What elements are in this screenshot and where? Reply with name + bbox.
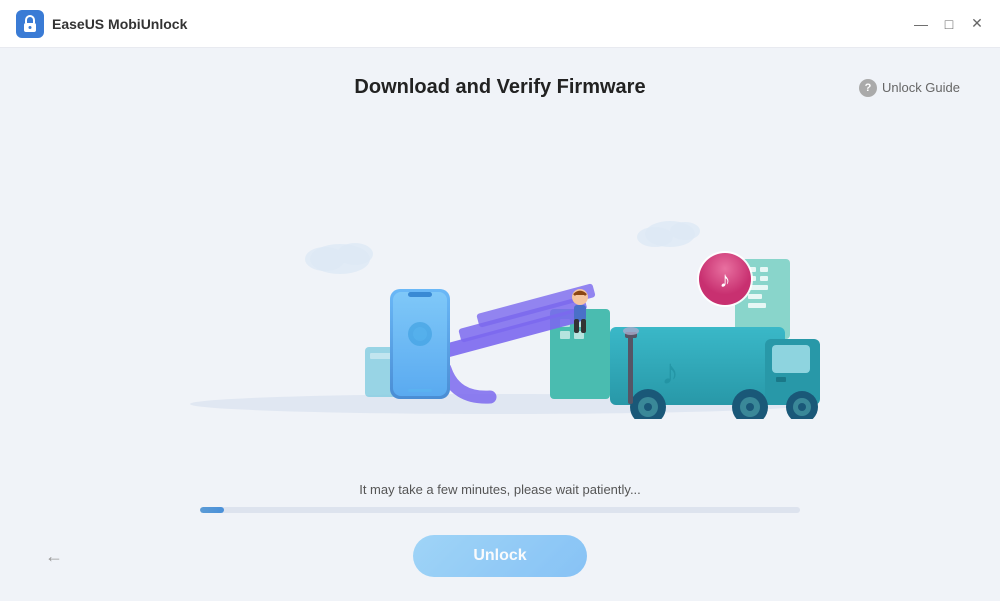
illustration-area: ♪ ♪ — [40, 115, 960, 482]
progress-section: It may take a few minutes, please wait p… — [40, 482, 960, 521]
progress-status-text: It may take a few minutes, please wait p… — [359, 482, 641, 497]
help-icon: ? — [859, 79, 877, 97]
app-icon — [16, 10, 44, 38]
svg-text:♪: ♪ — [720, 267, 731, 292]
app-branding: EaseUS MobiUnlock — [16, 10, 187, 38]
bottom-bar: ← Unlock — [40, 521, 960, 581]
unlock-guide-button[interactable]: ? Unlock Guide — [859, 79, 960, 97]
unlock-guide-label: Unlock Guide — [882, 80, 960, 95]
illustration-svg: ♪ ♪ — [180, 179, 820, 419]
page-header: Download and Verify Firmware ? Unlock Gu… — [40, 48, 960, 115]
back-button[interactable]: ← — [40, 542, 68, 570]
svg-text:♪: ♪ — [661, 351, 679, 392]
page-title: Download and Verify Firmware — [354, 76, 645, 99]
minimize-button[interactable]: — — [914, 17, 928, 31]
app-title: EaseUS MobiUnlock — [52, 16, 187, 32]
main-content: Download and Verify Firmware ? Unlock Gu… — [0, 48, 1000, 601]
window-controls: — □ ✕ — [914, 17, 984, 31]
progress-bar-fill — [200, 507, 224, 513]
unlock-button[interactable]: Unlock — [413, 535, 586, 577]
title-bar: EaseUS MobiUnlock — □ ✕ — [0, 0, 1000, 48]
progress-bar-container — [200, 507, 800, 513]
maximize-button[interactable]: □ — [942, 17, 956, 31]
close-button[interactable]: ✕ — [970, 17, 984, 31]
